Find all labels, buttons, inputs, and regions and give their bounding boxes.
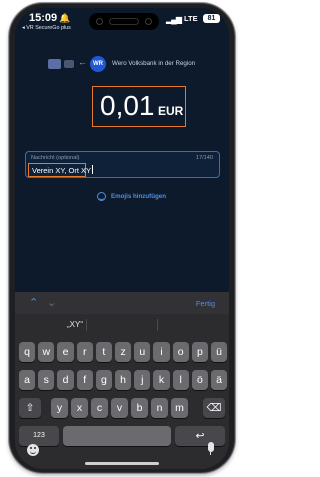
camera-icon [145,18,152,25]
message-label: Nachricht (optional) [31,155,80,161]
suggestion-divider [157,319,158,331]
suggestion-divider [86,319,87,331]
key-h[interactable]: h [115,370,132,390]
key-i[interactable]: i [153,342,170,362]
recipient-bank-name: Wero Volksbank in der Region [112,60,196,67]
home-indicator [85,462,159,465]
key-ü[interactable]: ü [211,342,228,362]
emoji-keyboard-icon[interactable] [27,444,39,456]
keyboard-toolbar: ⌃ ⌄ Fertig [15,292,229,314]
key-t[interactable]: t [95,342,112,362]
numbers-key[interactable]: 123 [19,426,59,446]
key-m[interactable]: m [171,398,188,418]
add-emoji-label: Emojis hinzufügen [111,193,166,200]
emoji-icon [97,192,106,201]
island-activity-icon [109,18,139,25]
key-b[interactable]: b [131,398,148,418]
key-j[interactable]: j [134,370,151,390]
chevron-down-icon[interactable]: ⌄ [47,296,56,309]
key-s[interactable]: s [38,370,55,390]
signal-icon: ▂▄▆ [166,15,182,24]
key-ä[interactable]: ä [211,370,228,390]
shift-key[interactable]: ⇧ [19,398,41,418]
amount-currency: EUR [158,104,184,118]
status-time: 15:09 [29,12,58,24]
dynamic-island [89,13,159,30]
key-e[interactable]: e [57,342,74,362]
key-f[interactable]: f [76,370,93,390]
key-z[interactable]: z [115,342,132,362]
amount-value: 0,01 [100,90,155,121]
card-icon [48,59,61,69]
key-l[interactable]: l [172,370,189,390]
back-to-app-link[interactable]: ◂ VR SecureGo plus [22,25,71,31]
keyboard: ⌃ ⌄ Fertig „XY“ 123 ↩ qwertzuiopü asdfghj… [15,292,229,469]
text-caret [92,165,94,174]
message-char-counter: 17/140 [195,155,213,161]
app-screen: 15:09 🔔 ◂ VR SecureGo plus ▂▄▆ LTE 81 ← … [15,8,229,469]
network-type: LTE [184,14,198,23]
key-y[interactable]: y [51,398,68,418]
arrow-icon: ← [78,57,87,67]
status-bar: 15:09 🔔 ◂ VR SecureGo plus ▂▄▆ LTE 81 [15,8,229,36]
privacy-indicator-icon [96,18,103,25]
message-input-highlight[interactable]: Verein XY, Ort XY [28,163,94,177]
space-key[interactable] [63,426,171,446]
account-icon [64,60,74,68]
key-k[interactable]: k [153,370,170,390]
suggestion-item[interactable]: „XY“ [67,320,83,329]
key-r[interactable]: r [76,342,93,362]
key-v[interactable]: v [111,398,128,418]
suggestion-bar: „XY“ [15,314,229,336]
key-g[interactable]: g [95,370,112,390]
backspace-key[interactable]: ⌫ [203,398,225,418]
key-ö[interactable]: ö [191,370,208,390]
key-d[interactable]: d [57,370,74,390]
mic-icon[interactable] [208,442,214,455]
bank-badge: WR [90,56,106,72]
key-o[interactable]: o [172,342,189,362]
key-w[interactable]: w [38,342,55,362]
bell-icon: 🔔 [59,13,71,23]
chevron-up-icon[interactable]: ⌃ [29,296,38,309]
key-c[interactable]: c [91,398,108,418]
message-field[interactable]: Nachricht (optional) 17/140 Verein XY, O… [25,151,220,178]
amount-display[interactable]: 0,01 EUR [92,86,186,127]
recipient-row[interactable]: ← WR Wero Volksbank in der Region [48,56,228,72]
key-u[interactable]: u [134,342,151,362]
return-key[interactable]: ↩ [175,426,225,446]
keyboard-done-button[interactable]: Fertig [196,299,215,308]
key-q[interactable]: q [19,342,36,362]
key-n[interactable]: n [151,398,168,418]
key-a[interactable]: a [19,370,36,390]
message-input-text: Verein XY, Ort XY [32,166,92,175]
key-x[interactable]: x [71,398,88,418]
message-input[interactable]: Verein XY, Ort XY [32,165,94,175]
battery-indicator: 81 [203,14,220,23]
key-p[interactable]: p [191,342,208,362]
